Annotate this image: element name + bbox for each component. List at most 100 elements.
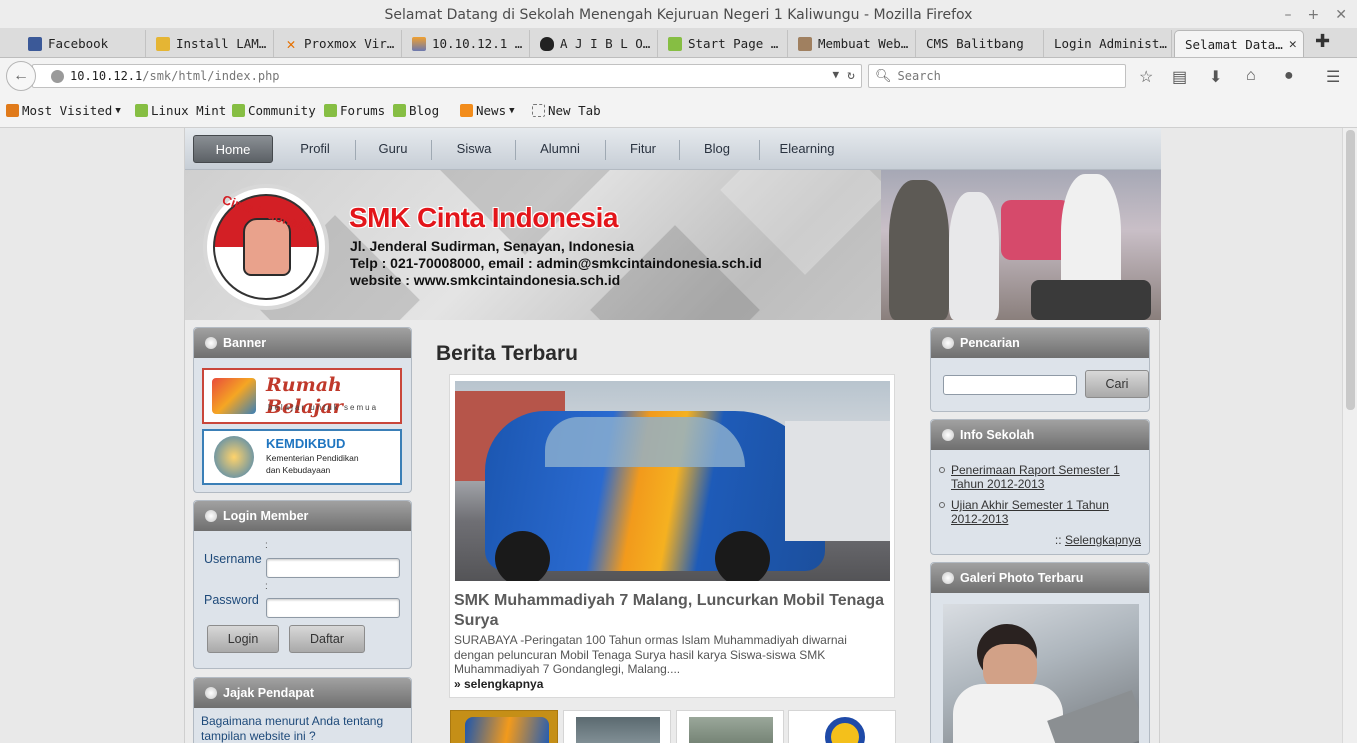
tab-install-lamp[interactable]: Install LAM…: [146, 30, 274, 57]
chat-icon[interactable]: ●: [1284, 67, 1294, 85]
menu-guru[interactable]: Guru: [363, 135, 423, 163]
tab-label: Membuat Web…: [818, 36, 909, 51]
kemdikbud-line1: Kementerian Pendidikan: [266, 453, 359, 463]
poll-question: Bagaimana menurut Anda tentang tampilan …: [201, 714, 384, 743]
login-panel-title: Login Member: [194, 501, 411, 531]
tab-label: Proxmox Vir…: [304, 36, 395, 51]
mint-icon: [668, 36, 682, 51]
bookmarks-toolbar: Most Visited ▼ Linux Mint Community Foru…: [0, 94, 1357, 128]
bookmark-label: Most Visited: [22, 103, 113, 118]
news-headline[interactable]: SMK Muhammadiyah 7 Malang, Luncurkan Mob…: [454, 591, 890, 631]
tab-proxmox[interactable]: ✕ Proxmox Vir…: [274, 30, 402, 57]
read-more-link[interactable]: » selengkapnya: [454, 677, 543, 691]
bookmark-community[interactable]: Community: [232, 103, 316, 118]
tab-ajiblog[interactable]: A J I B L O…: [530, 30, 658, 57]
bookmark-forums[interactable]: Forums: [324, 103, 385, 118]
search-submit-button[interactable]: Cari: [1085, 370, 1149, 398]
info-more-row: :: Selengkapnya: [1055, 533, 1141, 547]
bookmark-blog[interactable]: Blog: [393, 103, 439, 118]
news-thumbnail[interactable]: [676, 710, 784, 743]
home-icon[interactable]: ⌂: [1246, 67, 1256, 85]
photo-figure: [949, 192, 999, 320]
password-label: Password: [204, 593, 259, 607]
tab-selamat-datang[interactable]: Selamat Data… ✕: [1174, 30, 1304, 57]
kemdikbud-banner[interactable]: KEMDIKBUD Kementerian Pendidikan dan Keb…: [202, 429, 402, 485]
news-thumbnail[interactable]: [788, 710, 896, 743]
header-photo: [881, 170, 1161, 320]
tab-membuat-web[interactable]: Membuat Web…: [788, 30, 916, 57]
menu-blog[interactable]: Blog: [687, 135, 747, 163]
menu-siswa[interactable]: Siswa: [443, 135, 505, 163]
gallery-photo[interactable]: [943, 604, 1139, 743]
scrollbar-thumb[interactable]: [1346, 130, 1355, 410]
info-item-link[interactable]: Penerimaan Raport Semester 1 Tahun 2012-…: [951, 463, 1141, 491]
url-host: 10.10.12.1: [70, 69, 143, 83]
menu-elearning[interactable]: Elearning: [771, 135, 843, 163]
menu-home[interactable]: Home: [193, 135, 273, 163]
page-scrollbar[interactable]: [1342, 128, 1357, 743]
rumah-belajar-banner[interactable]: Rumah Belajar belajar untuk semua: [202, 368, 402, 424]
reading-list-icon[interactable]: ▤: [1172, 67, 1187, 87]
bookmark-star-icon[interactable]: ☆: [1139, 67, 1153, 87]
info-more-link[interactable]: Selengkapnya: [1065, 533, 1141, 547]
url-dropdown-icon[interactable]: ▼: [833, 68, 840, 83]
bookmark-news[interactable]: News ▼: [460, 103, 515, 118]
gallery-panel-title: Galeri Photo Terbaru: [931, 563, 1149, 593]
thumbnail-image: [465, 717, 549, 743]
bookmark-label: Forums: [340, 103, 386, 118]
news-thumbnail[interactable]: [563, 710, 671, 743]
new-tab-icon[interactable]: ✚: [1315, 31, 1330, 52]
back-button[interactable]: ←: [6, 61, 36, 91]
school-contact: Telp : 021-70008000, email : admin@smkci…: [350, 255, 762, 271]
tux-icon: [540, 36, 554, 51]
bookmark-most-visited[interactable]: Most Visited ▼: [6, 103, 121, 118]
bookmark-new-tab[interactable]: New Tab: [532, 103, 601, 118]
tab-login-admin[interactable]: Login Administ…: [1044, 30, 1172, 57]
tab-cms-balitbang[interactable]: CMS Balitbang: [916, 30, 1044, 57]
reload-icon[interactable]: ↻: [847, 68, 855, 83]
menu-icon[interactable]: ☰: [1326, 67, 1340, 87]
banner-panel-title: Banner: [194, 328, 411, 358]
url-bar[interactable]: 10.10.12.1/smk/html/index.php ▼ ↻: [32, 64, 862, 88]
poll-panel: Jajak Pendapat Bagaimana menurut Anda te…: [193, 677, 412, 743]
close-window-icon[interactable]: ✕: [1335, 0, 1347, 30]
rss-icon: [460, 104, 473, 117]
proxmox-icon: ✕: [286, 34, 296, 53]
username-input[interactable]: [266, 558, 400, 578]
register-button[interactable]: Daftar: [289, 625, 365, 653]
info-item-link[interactable]: Ujian Akhir Semester 1 Tahun 2012-2013: [951, 498, 1141, 526]
menu-alumni[interactable]: Alumni: [527, 135, 593, 163]
menu-profil[interactable]: Profil: [285, 135, 345, 163]
news-image[interactable]: [455, 381, 890, 581]
url-path: /smk/html/index.php: [142, 69, 280, 83]
tab-bar: Facebook Install LAM… ✕ Proxmox Vir… 10.…: [0, 28, 1357, 58]
maximize-icon[interactable]: +: [1308, 0, 1320, 30]
site-container: Home Profil Guru Siswa Alumni Fitur Blog…: [184, 128, 1161, 743]
downloads-icon[interactable]: ⬇: [1209, 67, 1222, 87]
bookmark-linux-mint[interactable]: Linux Mint: [135, 103, 226, 118]
close-tab-icon[interactable]: ✕: [1289, 37, 1297, 52]
search-panel-title: Pencarian: [931, 328, 1149, 358]
password-input[interactable]: [266, 598, 400, 618]
info-panel: Info Sekolah Penerimaan Raport Semester …: [930, 419, 1150, 555]
tab-label: Start Page …: [688, 36, 779, 51]
menu-separator: [605, 140, 606, 160]
site-identity-icon[interactable]: [51, 69, 64, 83]
menu-separator: [759, 140, 760, 160]
menu-fitur[interactable]: Fitur: [613, 135, 673, 163]
search-bar[interactable]: 🔍︎ Search: [868, 64, 1126, 88]
tab-facebook[interactable]: Facebook: [18, 30, 146, 57]
photo-figure: [889, 180, 949, 320]
site-search-input[interactable]: [943, 375, 1077, 395]
thumbnail-logo-icon: [825, 717, 865, 743]
search-placeholder: Search: [897, 69, 941, 83]
school-website: website : www.smkcintaindonesia.sch.id: [350, 272, 621, 288]
most-visited-icon: [6, 104, 19, 117]
minimize-icon[interactable]: –: [1285, 0, 1292, 30]
school-address: Jl. Jenderal Sudirman, Senayan, Indonesi…: [350, 238, 634, 254]
news-thumbnail[interactable]: [450, 710, 558, 743]
tab-phpmyadmin[interactable]: 10.10.12.1 …: [402, 30, 530, 57]
login-button[interactable]: Login: [207, 625, 279, 653]
tab-start-page[interactable]: Start Page …: [658, 30, 788, 57]
back-arrow-icon: ←: [13, 67, 29, 84]
